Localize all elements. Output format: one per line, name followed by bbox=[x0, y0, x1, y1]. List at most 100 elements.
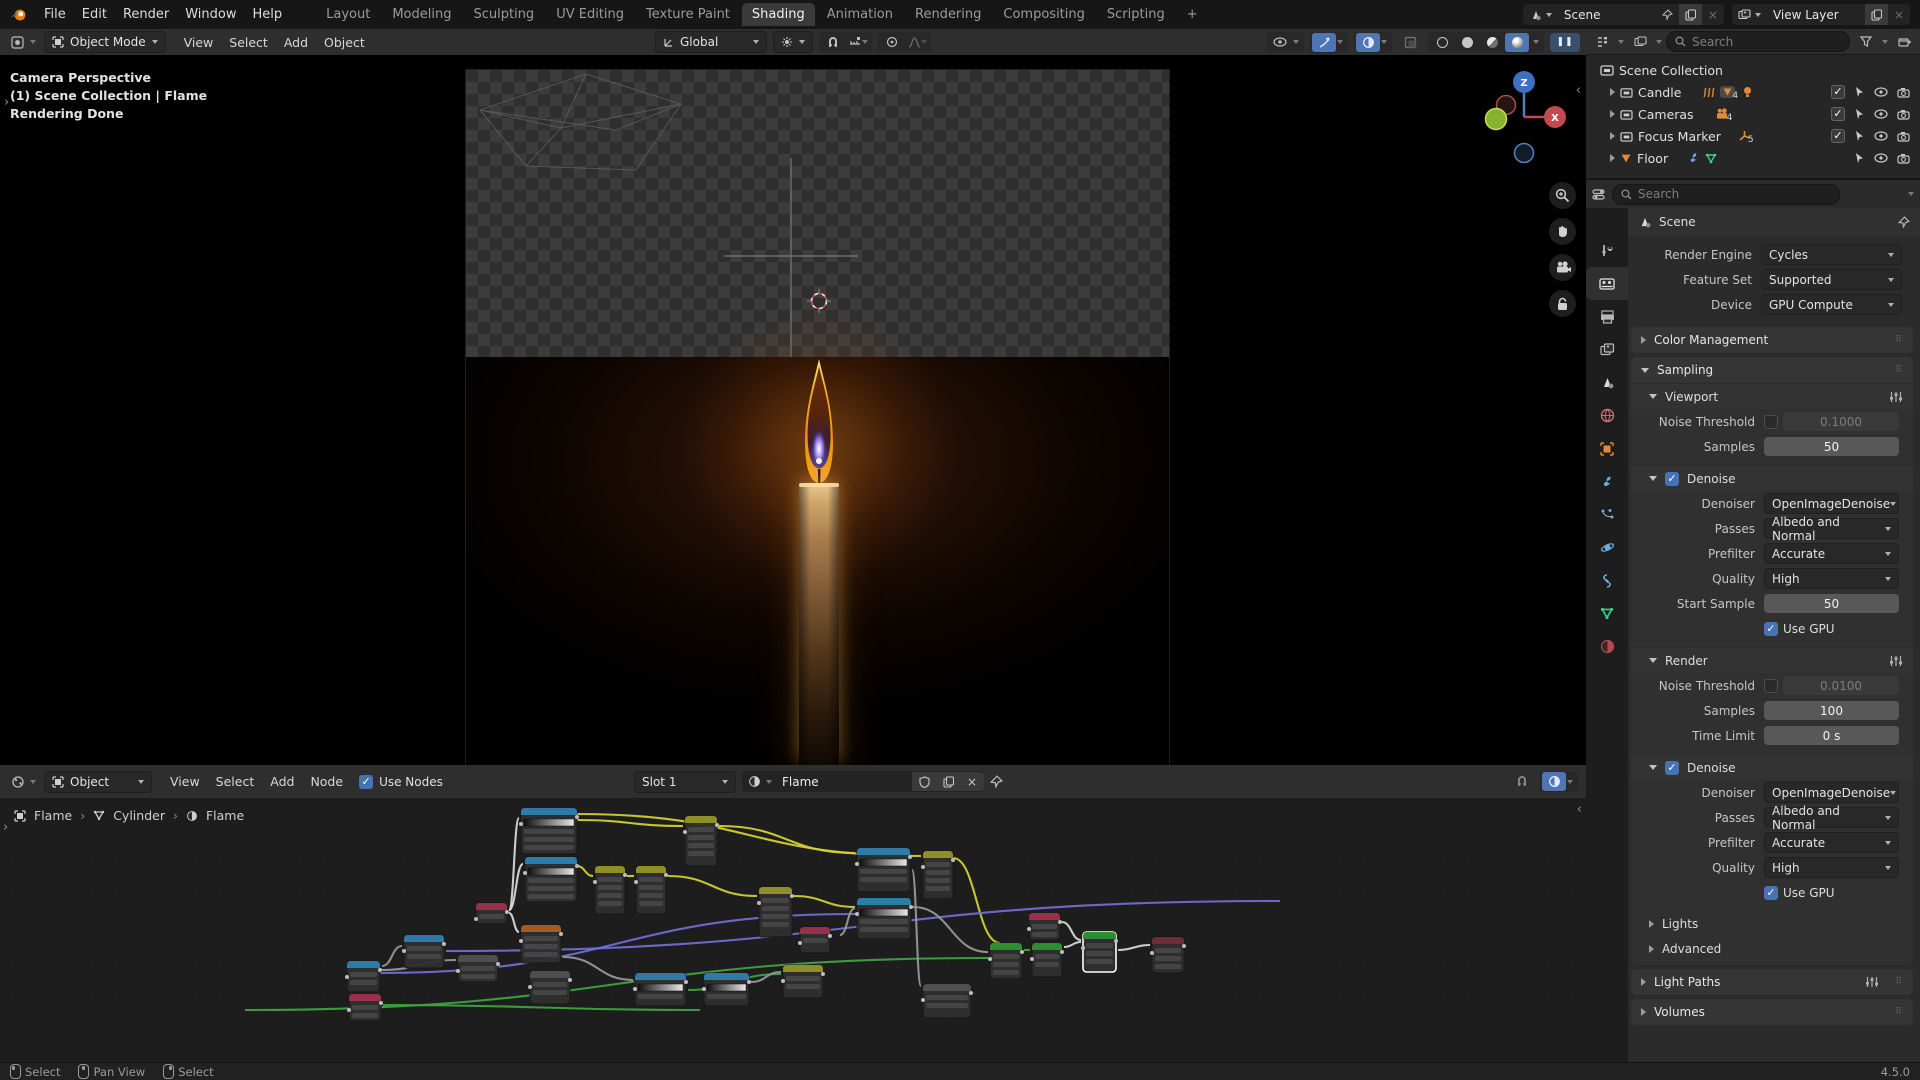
shader-node[interactable] bbox=[757, 887, 794, 937]
outliner-row-floor[interactable]: Floor bbox=[1586, 147, 1920, 169]
remove-view-layer-button[interactable]: × bbox=[1888, 4, 1910, 25]
selectable-icon[interactable] bbox=[1854, 108, 1865, 120]
xray-toggle[interactable] bbox=[1398, 33, 1422, 52]
breadcrumb-material[interactable]: Flame bbox=[206, 808, 244, 823]
properties-editor-icon[interactable] bbox=[1592, 188, 1606, 201]
sampling-viewport-header[interactable]: Viewport bbox=[1631, 383, 1913, 409]
shader-node[interactable] bbox=[1150, 937, 1186, 973]
editor-type-button[interactable] bbox=[6, 772, 30, 791]
shader-type-dropdown[interactable]: Object bbox=[44, 771, 152, 793]
view-layer-name[interactable]: View Layer bbox=[1767, 4, 1865, 25]
pin-material-icon[interactable] bbox=[990, 775, 1003, 788]
vp-noise-threshold-checkbox[interactable] bbox=[1764, 415, 1778, 429]
shader-node[interactable] bbox=[921, 851, 955, 899]
pan-hand-button[interactable] bbox=[1549, 218, 1576, 245]
new-collection-button[interactable] bbox=[1892, 32, 1916, 51]
shader-node[interactable] bbox=[402, 935, 446, 968]
selectable-icon[interactable] bbox=[1854, 152, 1865, 164]
render-visibility-icon[interactable] bbox=[1897, 87, 1910, 98]
shader-node[interactable] bbox=[798, 927, 832, 953]
rn-denoise-header[interactable]: ✓Denoise bbox=[1631, 754, 1913, 780]
rn-samples-value[interactable]: 100 bbox=[1764, 701, 1899, 720]
copy-material-button[interactable] bbox=[936, 772, 960, 791]
shader-node[interactable] bbox=[519, 808, 579, 854]
tab-world[interactable] bbox=[1586, 399, 1628, 432]
tab-material[interactable] bbox=[1586, 630, 1628, 663]
tab-data[interactable] bbox=[1586, 597, 1628, 630]
menu-file[interactable]: File bbox=[36, 0, 74, 29]
new-view-layer-button[interactable] bbox=[1865, 4, 1888, 25]
gizmos-dropdown[interactable] bbox=[1310, 32, 1348, 53]
rn-use-gpu-checkbox[interactable]: ✓ bbox=[1764, 886, 1778, 900]
outliner-display-mode-button[interactable] bbox=[1590, 32, 1614, 51]
rn-passes-dropdown[interactable]: Albedo and Normal bbox=[1764, 807, 1899, 828]
fake-user-shield-button[interactable] bbox=[912, 772, 936, 791]
breadcrumb-object[interactable]: Flame bbox=[34, 808, 72, 823]
browse-material-button[interactable] bbox=[742, 772, 766, 791]
tab-shading[interactable]: Shading bbox=[742, 3, 815, 26]
shader-node[interactable] bbox=[702, 973, 751, 1006]
node-snap-magnet-icon[interactable] bbox=[1510, 772, 1534, 791]
node-sidebar-expand-arrow[interactable]: › bbox=[3, 820, 8, 835]
tab-render[interactable] bbox=[1586, 267, 1628, 300]
tab-compositing[interactable]: Compositing bbox=[993, 3, 1095, 26]
properties-options-caret[interactable] bbox=[1908, 192, 1914, 196]
sidebar-expand-arrow[interactable]: ‹ bbox=[1576, 83, 1581, 98]
breadcrumb-scene[interactable]: Scene bbox=[1659, 215, 1696, 229]
tab-animation[interactable]: Animation bbox=[817, 3, 903, 26]
snap-toggle-magnet-icon[interactable] bbox=[821, 33, 845, 52]
vp-prefilter-dropdown[interactable]: Accurate bbox=[1764, 543, 1899, 564]
rn-denoiser-dropdown[interactable]: OpenImageDenoise bbox=[1764, 782, 1899, 803]
device-dropdown[interactable]: GPU Compute bbox=[1761, 294, 1902, 315]
pin-scene-icon[interactable] bbox=[1656, 4, 1679, 25]
node-right-expand-arrow[interactable]: ‹ bbox=[1577, 802, 1582, 817]
editor-type-button[interactable] bbox=[6, 33, 30, 52]
rn-denoise-checkbox[interactable]: ✓ bbox=[1665, 761, 1679, 775]
shader-node[interactable] bbox=[683, 816, 719, 866]
shader-node[interactable] bbox=[855, 898, 913, 939]
lights-header[interactable]: Lights bbox=[1631, 911, 1913, 936]
viewport-3d[interactable]: Camera Perspective (1) Scene Collection … bbox=[0, 55, 1586, 765]
menu-help[interactable]: Help bbox=[245, 0, 291, 29]
sh-menu-add[interactable]: Add bbox=[262, 774, 302, 789]
vp-menu-object[interactable]: Object bbox=[316, 35, 373, 50]
preset-sliders-icon[interactable] bbox=[1889, 655, 1903, 667]
node-graph[interactable] bbox=[0, 798, 1586, 1062]
collection-checkbox[interactable]: ✓ bbox=[1831, 85, 1845, 99]
collection-checkbox[interactable]: ✓ bbox=[1831, 107, 1845, 121]
tab-rendering[interactable]: Rendering bbox=[905, 3, 991, 26]
color-management-header[interactable]: Color Management⠿ bbox=[1631, 327, 1913, 353]
rn-time-limit-value[interactable]: 0 s bbox=[1764, 726, 1899, 745]
proportional-falloff-dropdown[interactable] bbox=[905, 33, 929, 52]
proportional-edit-toggle[interactable] bbox=[880, 33, 904, 52]
shader-node[interactable] bbox=[523, 857, 579, 902]
navigation-gizmo[interactable]: Z X bbox=[1482, 67, 1572, 167]
new-scene-button[interactable] bbox=[1679, 4, 1702, 25]
unlink-material-button[interactable]: × bbox=[960, 772, 984, 791]
collection-checkbox[interactable]: ✓ bbox=[1831, 129, 1845, 143]
advanced-header[interactable]: Advanced bbox=[1631, 936, 1913, 961]
shader-node[interactable] bbox=[921, 984, 973, 1018]
outliner-row-scene-collection[interactable]: Scene Collection bbox=[1586, 59, 1920, 81]
hide-eye-icon[interactable] bbox=[1874, 153, 1888, 163]
vp-denoise-header[interactable]: ✓Denoise bbox=[1631, 465, 1913, 491]
use-nodes-checkbox[interactable]: ✓ bbox=[359, 775, 373, 789]
tab-output[interactable] bbox=[1586, 300, 1628, 333]
show-gizmo-icon[interactable] bbox=[1312, 33, 1336, 52]
menu-window[interactable]: Window bbox=[177, 0, 244, 29]
editor-type-caret[interactable] bbox=[30, 40, 36, 44]
rn-noise-threshold-checkbox[interactable] bbox=[1764, 679, 1778, 693]
outliner-filter-caret[interactable] bbox=[1882, 40, 1888, 44]
vp-menu-add[interactable]: Add bbox=[276, 35, 316, 50]
blender-logo-icon[interactable] bbox=[10, 8, 28, 22]
tab-layout[interactable]: Layout bbox=[316, 3, 380, 26]
view-layer-browse-button[interactable] bbox=[1732, 4, 1767, 25]
tab-scene[interactable] bbox=[1586, 366, 1628, 399]
mode-dropdown[interactable]: Object Mode bbox=[44, 31, 166, 53]
shader-node[interactable] bbox=[519, 925, 563, 963]
shader-node[interactable] bbox=[781, 965, 825, 998]
shader-node[interactable] bbox=[988, 943, 1024, 979]
vp-samples-value[interactable]: 50 bbox=[1764, 437, 1899, 456]
render-visibility-icon[interactable] bbox=[1897, 153, 1910, 164]
shading-options-caret[interactable] bbox=[1533, 40, 1539, 44]
